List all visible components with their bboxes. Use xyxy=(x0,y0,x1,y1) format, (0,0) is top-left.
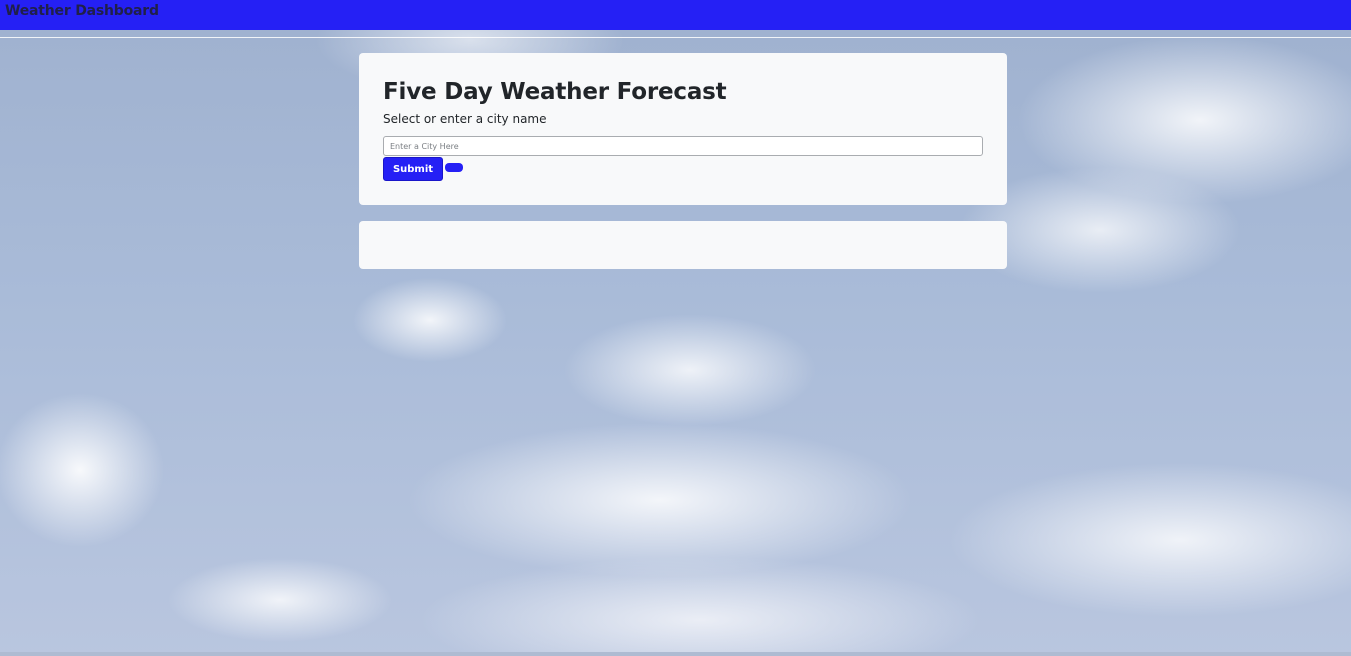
forecast-results-card xyxy=(359,221,1007,269)
city-search-input[interactable] xyxy=(383,136,983,156)
secondary-button[interactable] xyxy=(445,163,463,172)
top-navbar: Weather Dashboard xyxy=(0,0,1351,30)
page-title: Five Day Weather Forecast xyxy=(383,79,727,105)
background-bottom-edge xyxy=(0,652,1351,656)
submit-button[interactable]: Submit xyxy=(383,157,443,181)
app-brand[interactable]: Weather Dashboard xyxy=(5,3,159,19)
header-divider xyxy=(0,37,1351,38)
search-card: Five Day Weather Forecast Select or ente… xyxy=(359,53,1007,205)
search-instructions: Select or enter a city name xyxy=(383,112,547,126)
